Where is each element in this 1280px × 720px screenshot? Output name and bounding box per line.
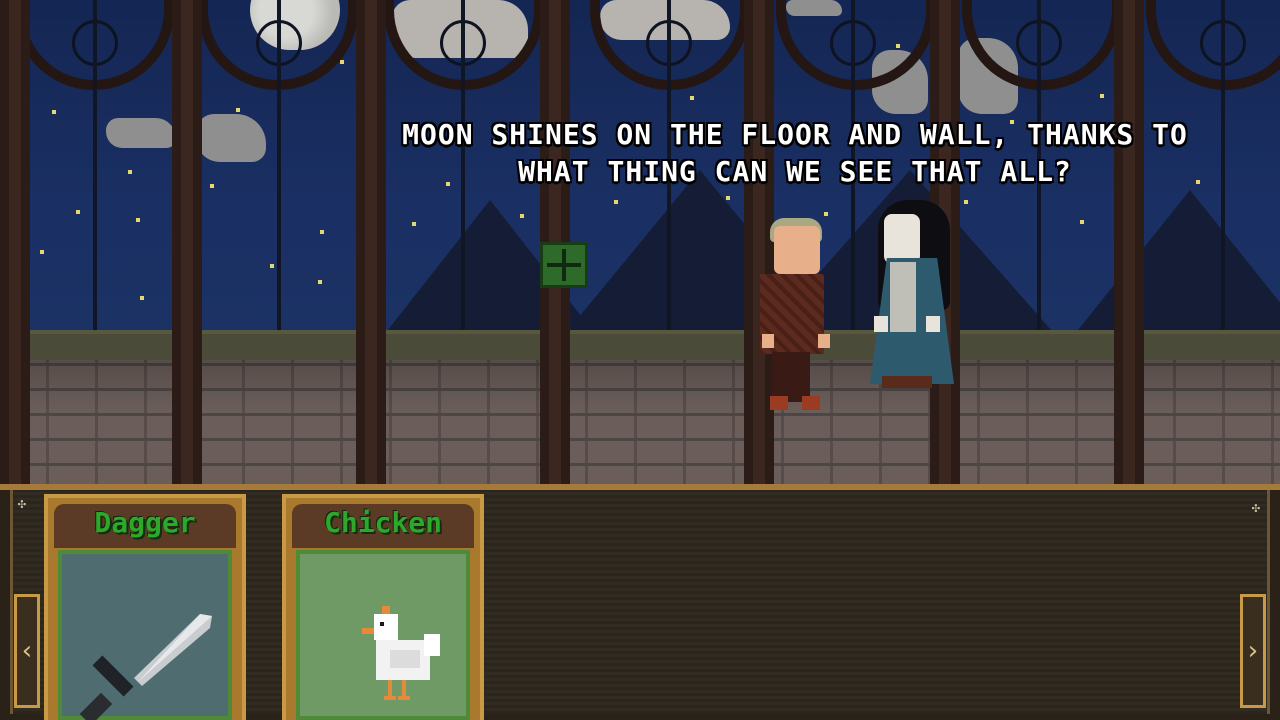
cloud: [106, 118, 176, 148]
dialogue-line-1: MOON SHINES ON THE FLOOR AND WALL, THANK…: [402, 118, 1188, 151]
game-scene: MOON SHINES ON THE FLOOR AND WALL, THANK…: [0, 0, 1280, 720]
inventory-item-dagger[interactable]: Dagger: [44, 494, 246, 720]
pillar: [356, 0, 386, 490]
dialogue-line-2: WHAT THING CAN WE SEE THAT ALL?: [518, 155, 1072, 188]
cloud: [196, 114, 266, 162]
pillar: [1114, 0, 1144, 490]
pillar: [172, 0, 202, 490]
dagger-icon: [58, 550, 232, 720]
riddle-dialogue: MOON SHINES ON THE FLOOR AND WALL, THANK…: [300, 116, 1280, 190]
mountain: [1070, 190, 1280, 340]
corner-ornament-icon: ✣: [1251, 500, 1261, 516]
item-label: Chicken: [323, 506, 442, 539]
corner-ornament-icon: ✣: [17, 496, 27, 512]
item-label: Dagger: [94, 506, 196, 539]
pillar: [0, 0, 30, 490]
chicken-icon: [296, 550, 470, 720]
green-emblem-sign[interactable]: [540, 242, 588, 288]
inventory-next-button[interactable]: ›: [1240, 594, 1266, 708]
pillar: [744, 0, 774, 490]
inventory-item-chicken[interactable]: Chicken: [282, 494, 484, 720]
inventory-prev-button[interactable]: ‹: [14, 594, 40, 708]
